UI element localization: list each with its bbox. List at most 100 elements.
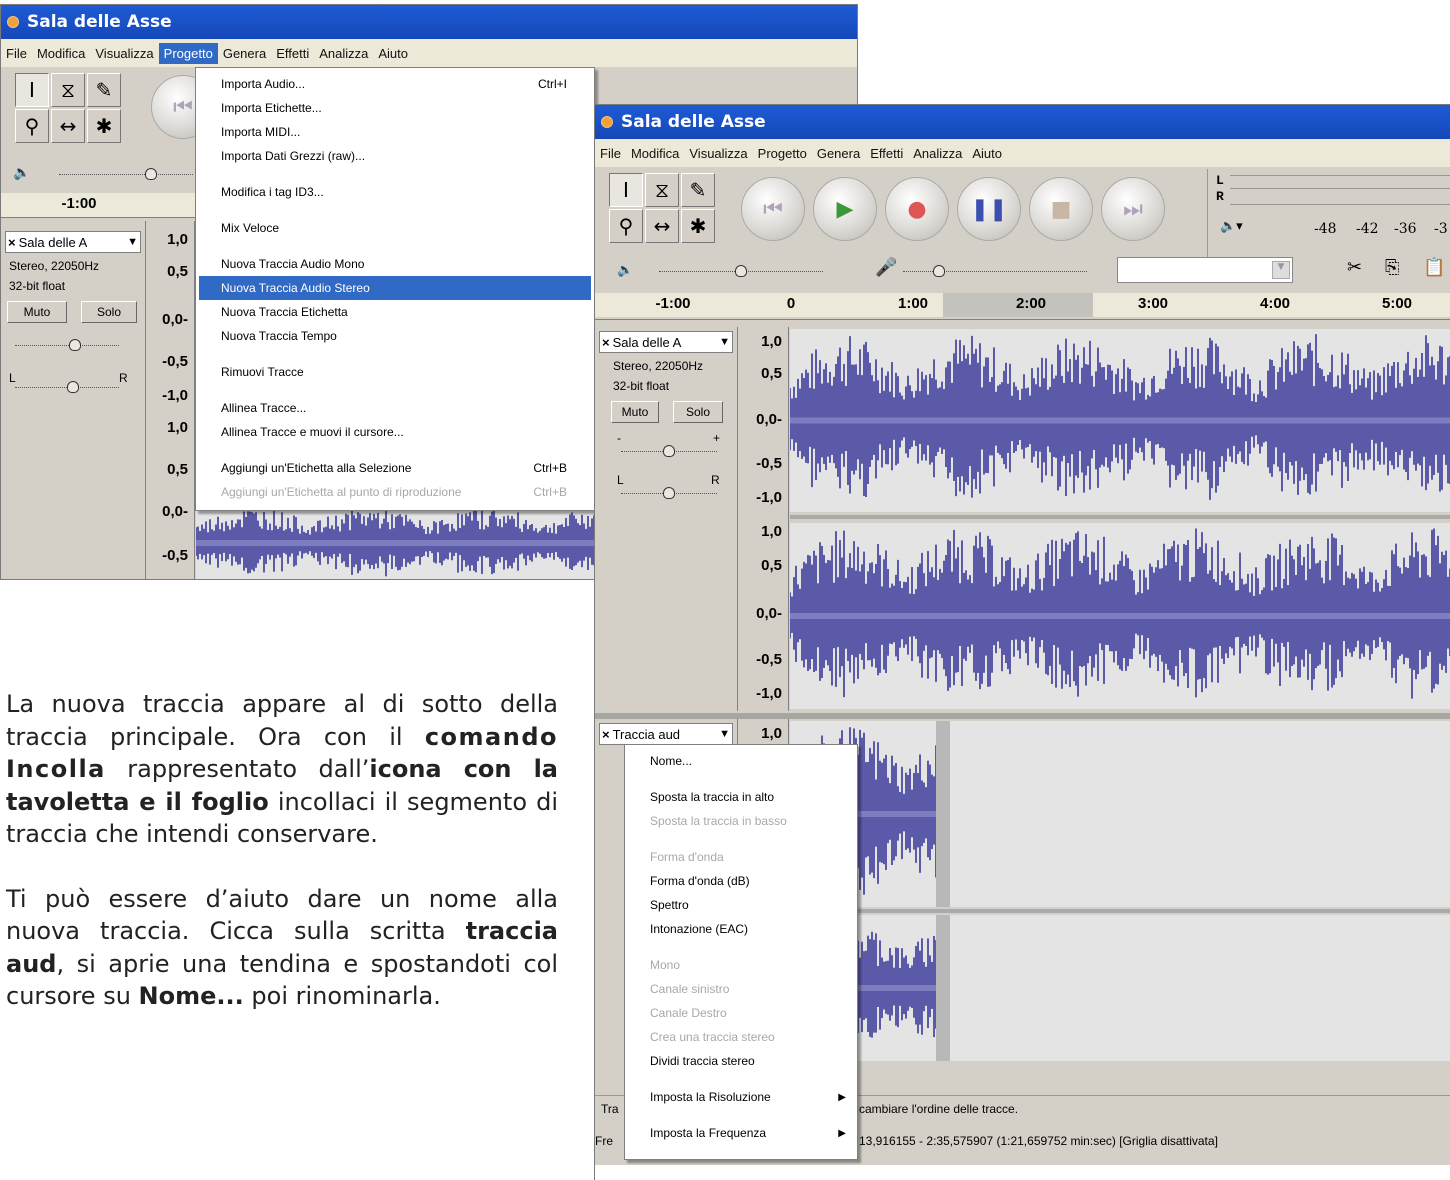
- mute-button[interactable]: Muto: [611, 401, 659, 423]
- copy-icon[interactable]: ⎘: [1385, 257, 1399, 278]
- track-menu-item[interactable]: Intonazione (EAC): [628, 917, 854, 941]
- input-volume-slider[interactable]: [895, 265, 1095, 277]
- menu-file[interactable]: File: [595, 143, 626, 164]
- progetto-menu-item[interactable]: Nuova Traccia Tempo: [199, 324, 591, 348]
- back-waveform[interactable]: [196, 505, 596, 579]
- progetto-menu-item[interactable]: Modifica i tag ID3...: [199, 180, 591, 204]
- timeline-ruler[interactable]: -1:00 0 1:00 2:00 3:00 4:00 5:00: [595, 293, 1450, 317]
- track-menu-item: Canale Destro: [628, 1001, 854, 1025]
- pause-button[interactable]: ❚❚: [957, 177, 1021, 241]
- article-paragraph-1: La nuova traccia appare al di sotto dell…: [6, 690, 559, 848]
- menu-item-label: Sposta la traccia in basso: [650, 814, 787, 828]
- back-mute-button[interactable]: Muto: [7, 301, 67, 323]
- speaker-meter-icon[interactable]: 🔈▾: [1220, 219, 1243, 234]
- envelope-tool-icon[interactable]: ⧖: [51, 73, 85, 107]
- multi-tool-icon[interactable]: ✱: [681, 209, 715, 243]
- progetto-menu-item[interactable]: Allinea Tracce...: [199, 396, 591, 420]
- progetto-menu-item[interactable]: Importa Dati Grezzi (raw)...: [199, 144, 591, 168]
- output-volume-slider[interactable]: [651, 265, 831, 277]
- back-volume-slider[interactable]: [51, 168, 201, 180]
- play-button[interactable]: ▶: [813, 177, 877, 241]
- back-track-name-menu[interactable]: × Sala delle A ▼: [5, 231, 141, 253]
- progetto-menu-item[interactable]: Aggiungi un'Etichetta alla Selezione Ctrl…: [199, 456, 591, 480]
- back-solo-button[interactable]: Solo: [81, 301, 137, 323]
- record-button[interactable]: ●: [885, 177, 949, 241]
- menu-aiuto[interactable]: Aiuto: [967, 143, 1007, 164]
- menu-separator: [643, 778, 851, 779]
- menu-modifica[interactable]: Modifica: [626, 143, 684, 164]
- menu-analizza[interactable]: Analizza: [314, 43, 373, 64]
- menu-analizza[interactable]: Analizza: [908, 143, 967, 164]
- menu-visualizza[interactable]: Visualizza: [90, 43, 158, 64]
- close-track-icon[interactable]: ×: [602, 727, 610, 742]
- track-menu-item: Canale sinistro: [628, 977, 854, 1001]
- menu-genera[interactable]: Genera: [218, 43, 271, 64]
- menu-file[interactable]: File: [1, 43, 32, 64]
- menu-visualizza[interactable]: Visualizza: [684, 143, 752, 164]
- front-window-title: Sala delle Asse: [621, 112, 766, 132]
- track-menu-item[interactable]: Spettro: [628, 893, 854, 917]
- track-menu-item[interactable]: Sposta la traccia in alto: [628, 785, 854, 809]
- progetto-menu-item[interactable]: Importa MIDI...: [199, 120, 591, 144]
- progetto-menu-item[interactable]: Nuova Traccia Etichetta: [199, 300, 591, 324]
- track-menu-item[interactable]: Imposta la Frequenza ▶: [628, 1121, 854, 1145]
- progetto-menu-item[interactable]: Nuova Traccia Audio Stereo: [199, 276, 591, 300]
- close-track-icon[interactable]: ×: [8, 235, 16, 250]
- second-track-left-waveform[interactable]: [790, 721, 1450, 907]
- menu-aiuto[interactable]: Aiuto: [373, 43, 413, 64]
- track-menu-item: Sposta la traccia in basso: [628, 809, 854, 833]
- second-track-name-menu[interactable]: × Traccia aud ▼: [599, 723, 733, 745]
- paste-icon[interactable]: 📋: [1423, 257, 1445, 278]
- solo-button[interactable]: Solo: [673, 401, 723, 423]
- second-track-right-waveform[interactable]: [790, 915, 1450, 1061]
- menu-effetti[interactable]: Effetti: [271, 43, 314, 64]
- menu-item-label: Nuova Traccia Audio Mono: [221, 257, 365, 271]
- submenu-arrow-icon: ▶: [838, 1091, 846, 1103]
- menu-genera[interactable]: Genera: [812, 143, 865, 164]
- cut-icon[interactable]: ✂: [1347, 257, 1362, 278]
- draw-tool-icon[interactable]: ✎: [681, 173, 715, 207]
- progetto-menu-item[interactable]: Rimuovi Tracce: [199, 360, 591, 384]
- progetto-menu-item[interactable]: Importa Etichette...: [199, 96, 591, 120]
- skip-end-button[interactable]: ⏭: [1101, 177, 1165, 241]
- timeshift-tool-icon[interactable]: ↔: [51, 109, 85, 143]
- progetto-menu-item[interactable]: Mix Veloce: [199, 216, 591, 240]
- menu-item-label: Canale Destro: [650, 1006, 727, 1020]
- menu-shortcut: Ctrl+B: [533, 461, 567, 475]
- menu-progetto[interactable]: Progetto: [158, 42, 218, 64]
- close-track-icon[interactable]: ×: [602, 335, 610, 350]
- envelope-tool-icon[interactable]: ⧖: [645, 173, 679, 207]
- zoom-tool-icon[interactable]: ⚲: [15, 109, 49, 143]
- device-select[interactable]: ▼: [1117, 257, 1293, 283]
- pan-slider[interactable]: [613, 487, 725, 499]
- zoom-tool-icon[interactable]: ⚲: [609, 209, 643, 243]
- menu-separator: [643, 1114, 851, 1115]
- main-track-left-waveform[interactable]: [790, 329, 1450, 512]
- menu-item-label: Nuova Traccia Tempo: [221, 329, 337, 343]
- draw-tool-icon[interactable]: ✎: [87, 73, 121, 107]
- multi-tool-icon[interactable]: ✱: [87, 109, 121, 143]
- progetto-dropdown: Importa Audio... Ctrl+I Importa Etichette.…: [195, 67, 595, 511]
- menu-effetti[interactable]: Effetti: [865, 143, 908, 164]
- progetto-menu-item[interactable]: Nuova Traccia Audio Mono: [199, 252, 591, 276]
- progetto-menu-item[interactable]: Allinea Tracce e muovi il cursore...: [199, 420, 591, 444]
- track-menu-name-item[interactable]: Nome...: [628, 749, 854, 773]
- back-pan-slider[interactable]: [7, 381, 127, 393]
- main-track-name-menu[interactable]: × Sala delle A ▼: [599, 331, 733, 353]
- main-track-right-waveform[interactable]: [790, 523, 1450, 709]
- menu-progetto[interactable]: Progetto: [753, 143, 812, 164]
- track-menu-item[interactable]: Dividi traccia stereo: [628, 1049, 854, 1073]
- gain-slider[interactable]: [613, 445, 725, 457]
- selection-tool-icon[interactable]: I: [609, 173, 643, 207]
- progetto-menu-item[interactable]: Importa Audio... Ctrl+I: [199, 72, 591, 96]
- stop-button[interactable]: ■: [1029, 177, 1093, 241]
- track-menu-item[interactable]: Forma d'onda (dB): [628, 869, 854, 893]
- track-context-menu: Nome... Sposta la traccia in alto Sposta l…: [624, 744, 858, 1160]
- selection-tool-icon[interactable]: I: [15, 73, 49, 107]
- menu-modifica[interactable]: Modifica: [32, 43, 90, 64]
- timeshift-tool-icon[interactable]: ↔: [645, 209, 679, 243]
- skip-start-button[interactable]: ⏮: [741, 177, 805, 241]
- track-menu-item[interactable]: Imposta la Risoluzione ▶: [628, 1085, 854, 1109]
- back-gain-slider[interactable]: [7, 339, 127, 351]
- menu-item-label: Nuova Traccia Audio Stereo: [221, 281, 370, 295]
